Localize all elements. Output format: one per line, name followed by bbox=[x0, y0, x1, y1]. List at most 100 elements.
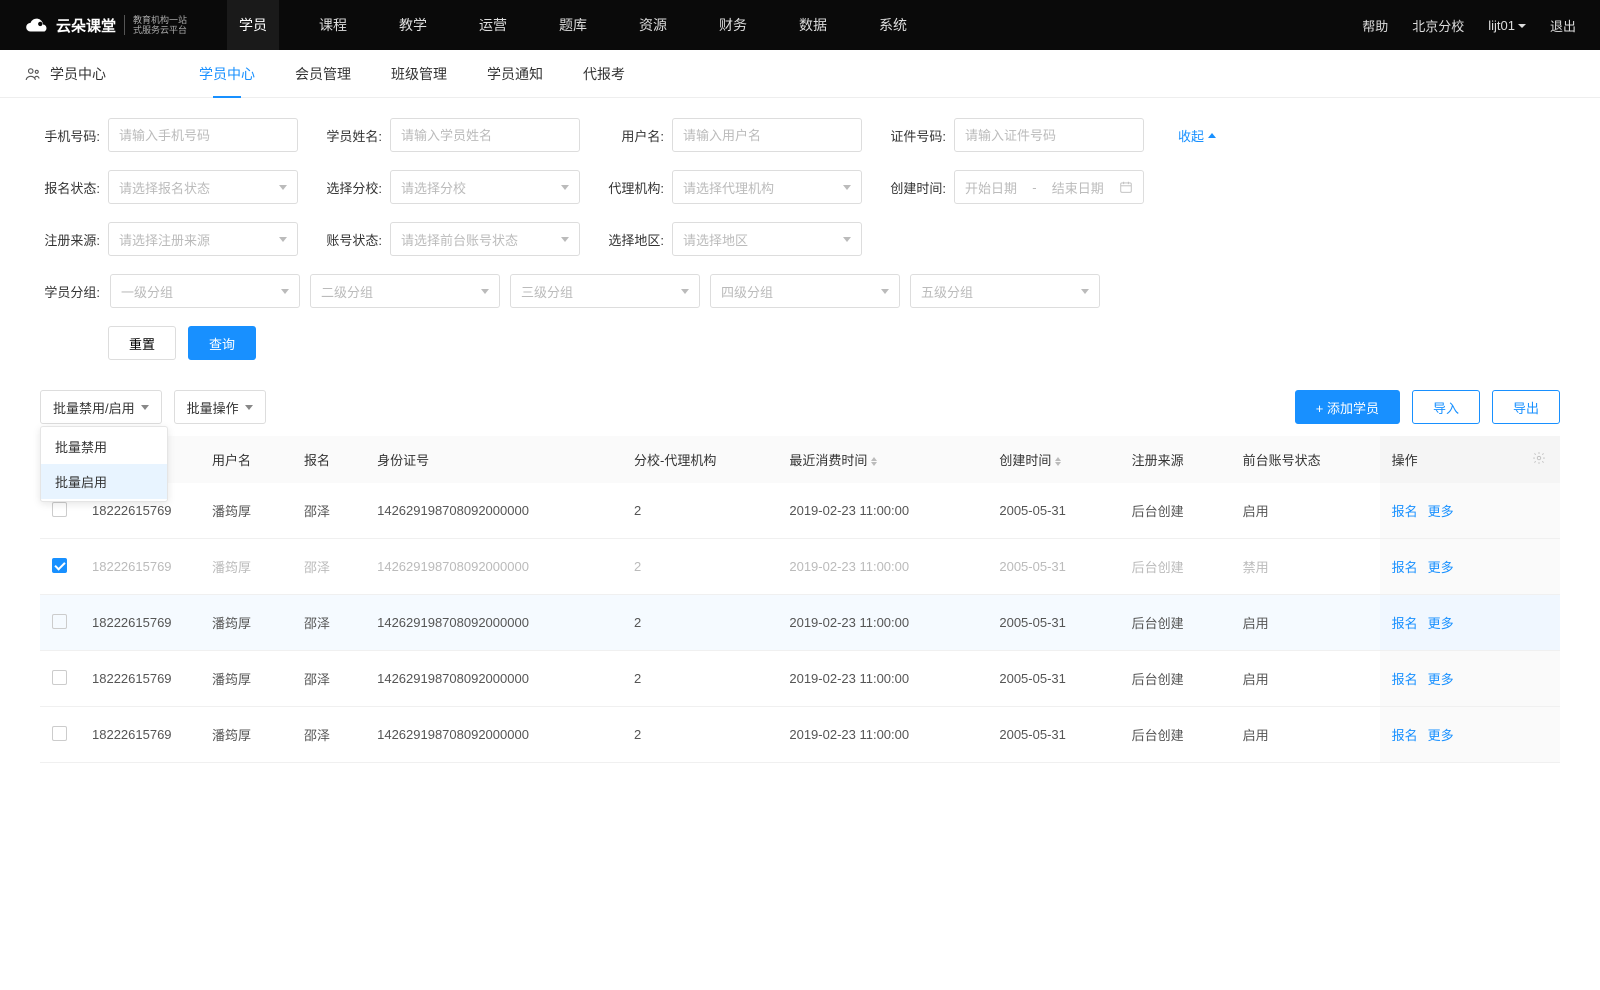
collapse-toggle[interactable]: 收起 bbox=[1178, 126, 1216, 145]
acct-status-select[interactable]: 请选择前台账号状态 bbox=[390, 222, 580, 256]
name-input[interactable] bbox=[390, 118, 580, 152]
nav-item-7[interactable]: 数据 bbox=[787, 0, 839, 50]
reset-button[interactable]: 重置 bbox=[108, 326, 176, 360]
bulk-toggle-dropdown[interactable]: 批量禁用/启用 bbox=[40, 390, 162, 424]
subnav-item-4[interactable]: 代报考 bbox=[583, 50, 625, 98]
acct-status-label: 账号状态: bbox=[322, 230, 382, 249]
phone-input[interactable] bbox=[108, 118, 298, 152]
region-select[interactable]: 请选择地区 bbox=[672, 222, 862, 256]
username-label: 用户名: bbox=[604, 126, 664, 145]
cell-reg-source: 后台创建 bbox=[1120, 707, 1231, 763]
cell-enroll: 邵泽 bbox=[292, 651, 365, 707]
cell-branch: 2 bbox=[622, 539, 777, 595]
table-row: 18222615769潘筠厚邵泽142629198708092000000220… bbox=[40, 707, 1560, 763]
agency-select[interactable]: 请选择代理机构 bbox=[672, 170, 862, 204]
cell-phone: 18222615769 bbox=[80, 651, 200, 707]
cell-username: 潘筠厚 bbox=[200, 595, 292, 651]
nav-item-0[interactable]: 学员 bbox=[227, 0, 279, 50]
col-last-spend[interactable]: 最近消费时间 bbox=[777, 436, 987, 483]
cell-phone: 18222615769 bbox=[80, 595, 200, 651]
subnav-item-3[interactable]: 学员通知 bbox=[487, 50, 543, 98]
branch-link[interactable]: 北京分校 bbox=[1412, 16, 1464, 35]
nav-item-5[interactable]: 资源 bbox=[627, 0, 679, 50]
col-reg-source: 注册来源 bbox=[1120, 436, 1231, 483]
bulk-op-dropdown[interactable]: 批量操作 bbox=[174, 390, 266, 424]
toolbar: 批量禁用/启用 批量禁用批量启用 批量操作 + 添加学员 导入 导出 bbox=[0, 360, 1600, 436]
enroll-link[interactable]: 报名 bbox=[1392, 672, 1418, 687]
cell-idno: 142629198708092000000 bbox=[365, 651, 622, 707]
enroll-status-select[interactable]: 请选择报名状态 bbox=[108, 170, 298, 204]
row-checkbox[interactable] bbox=[52, 726, 67, 741]
cell-last-spend: 2019-02-23 11:00:00 bbox=[777, 483, 987, 539]
cell-action: 报名更多 bbox=[1380, 651, 1520, 707]
nav-item-8[interactable]: 系统 bbox=[867, 0, 919, 50]
enroll-link[interactable]: 报名 bbox=[1392, 728, 1418, 743]
group-select-4[interactable]: 四级分组 bbox=[710, 274, 900, 308]
create-time-label: 创建时间: bbox=[886, 178, 946, 197]
col-create-time[interactable]: 创建时间 bbox=[987, 436, 1119, 483]
calendar-icon bbox=[1119, 180, 1133, 194]
logo-subtitle: 教育机构一站 式服务云平台 bbox=[124, 15, 187, 35]
more-link[interactable]: 更多 bbox=[1428, 560, 1454, 575]
enroll-link[interactable]: 报名 bbox=[1392, 560, 1418, 575]
chevron-down-icon bbox=[279, 185, 287, 190]
add-student-button[interactable]: + 添加学员 bbox=[1295, 390, 1400, 424]
bulk-menu-item-0[interactable]: 批量禁用 bbox=[41, 429, 167, 464]
nav-item-3[interactable]: 运营 bbox=[467, 0, 519, 50]
row-checkbox[interactable] bbox=[52, 614, 67, 629]
help-link[interactable]: 帮助 bbox=[1362, 16, 1388, 35]
user-menu[interactable]: lijt01 bbox=[1488, 18, 1526, 33]
more-link[interactable]: 更多 bbox=[1428, 728, 1454, 743]
region-label: 选择地区: bbox=[604, 230, 664, 249]
nav-right: 帮助 北京分校 lijt01 退出 bbox=[1362, 16, 1576, 35]
cell-reg-source: 后台创建 bbox=[1120, 483, 1231, 539]
col-action: 操作 bbox=[1380, 436, 1520, 483]
subnav-item-1[interactable]: 会员管理 bbox=[295, 50, 351, 98]
branch-select[interactable]: 请选择分校 bbox=[390, 170, 580, 204]
agency-label: 代理机构: bbox=[604, 178, 664, 197]
group-select-2[interactable]: 二级分组 bbox=[310, 274, 500, 308]
username-input[interactable] bbox=[672, 118, 862, 152]
col-enroll: 报名 bbox=[292, 436, 365, 483]
group-select-3[interactable]: 三级分组 bbox=[510, 274, 700, 308]
enroll-link[interactable]: 报名 bbox=[1392, 504, 1418, 519]
enroll-link[interactable]: 报名 bbox=[1392, 616, 1418, 631]
row-checkbox[interactable] bbox=[52, 670, 67, 685]
cell-action: 报名更多 bbox=[1380, 595, 1520, 651]
nav-item-1[interactable]: 课程 bbox=[307, 0, 359, 50]
col-branch: 分校-代理机构 bbox=[622, 436, 777, 483]
cell-idno: 142629198708092000000 bbox=[365, 483, 622, 539]
more-link[interactable]: 更多 bbox=[1428, 504, 1454, 519]
chevron-up-icon bbox=[1208, 133, 1216, 138]
col-settings[interactable] bbox=[1520, 436, 1560, 483]
cell-username: 潘筠厚 bbox=[200, 539, 292, 595]
branch-label: 选择分校: bbox=[322, 178, 382, 197]
nav-item-2[interactable]: 教学 bbox=[387, 0, 439, 50]
bulk-menu-item-1[interactable]: 批量启用 bbox=[41, 464, 167, 499]
cell-username: 潘筠厚 bbox=[200, 707, 292, 763]
subnav-item-2[interactable]: 班级管理 bbox=[391, 50, 447, 98]
group-select-5[interactable]: 五级分组 bbox=[910, 274, 1100, 308]
logout-link[interactable]: 退出 bbox=[1550, 16, 1576, 35]
row-checkbox[interactable] bbox=[52, 558, 67, 573]
search-button[interactable]: 查询 bbox=[188, 326, 256, 360]
export-button[interactable]: 导出 bbox=[1492, 390, 1560, 424]
row-checkbox[interactable] bbox=[52, 502, 67, 517]
more-link[interactable]: 更多 bbox=[1428, 672, 1454, 687]
cell-last-spend: 2019-02-23 11:00:00 bbox=[777, 595, 987, 651]
group-select-1[interactable]: 一级分组 bbox=[110, 274, 300, 308]
import-button[interactable]: 导入 bbox=[1412, 390, 1480, 424]
cell-reg-source: 后台创建 bbox=[1120, 539, 1231, 595]
create-time-picker[interactable]: 开始日期 - 结束日期 bbox=[954, 170, 1144, 204]
more-link[interactable]: 更多 bbox=[1428, 616, 1454, 631]
user-icon bbox=[24, 65, 42, 83]
subnav-item-0[interactable]: 学员中心 bbox=[199, 50, 255, 98]
cell-last-spend: 2019-02-23 11:00:00 bbox=[777, 707, 987, 763]
cell-last-spend: 2019-02-23 11:00:00 bbox=[777, 651, 987, 707]
reg-source-select[interactable]: 请选择注册来源 bbox=[108, 222, 298, 256]
idno-input[interactable] bbox=[954, 118, 1144, 152]
name-label: 学员姓名: bbox=[322, 126, 382, 145]
nav-item-4[interactable]: 题库 bbox=[547, 0, 599, 50]
student-table: 用户名 报名 身份证号 分校-代理机构 最近消费时间 创建时间 注册来源 前台账… bbox=[40, 436, 1560, 763]
nav-item-6[interactable]: 财务 bbox=[707, 0, 759, 50]
